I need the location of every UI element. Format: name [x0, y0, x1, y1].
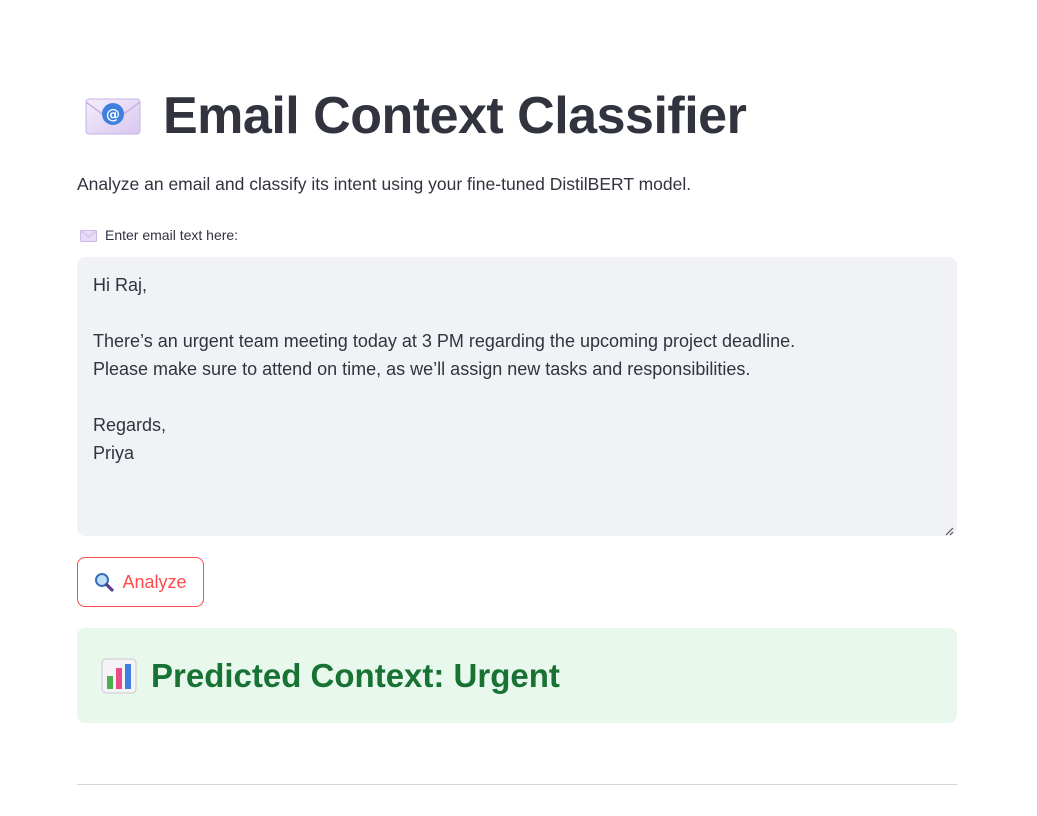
email-input-label: Enter email text here:: [80, 227, 238, 243]
email-textarea[interactable]: Hi Raj, There’s an urgent team meeting t…: [77, 257, 957, 536]
email-textarea-value[interactable]: Hi Raj, There’s an urgent team meeting t…: [93, 271, 941, 467]
predicted-context-text: Predicted Context: Urgent: [151, 656, 560, 694]
page-title: Email Context Classifier: [163, 87, 747, 145]
prediction-result-alert: Predicted Context: Urgent: [77, 628, 957, 723]
analyze-button[interactable]: Analyze: [77, 557, 204, 607]
envelope-icon: [80, 229, 97, 242]
svg-text:@: @: [106, 107, 120, 123]
analyze-button-label: Analyze: [122, 571, 187, 592]
page-subtitle: Analyze an email and classify its intent…: [77, 174, 692, 194]
resize-handle-icon[interactable]: [944, 523, 954, 536]
bar-chart-icon: [101, 658, 137, 694]
divider: [77, 784, 957, 785]
magnifier-icon: [94, 572, 115, 592]
email-input-label-text: Enter email text here:: [105, 227, 239, 243]
envelope-at-icon: @: [85, 96, 141, 136]
title-row: @ Email Context Classifier: [85, 84, 747, 148]
